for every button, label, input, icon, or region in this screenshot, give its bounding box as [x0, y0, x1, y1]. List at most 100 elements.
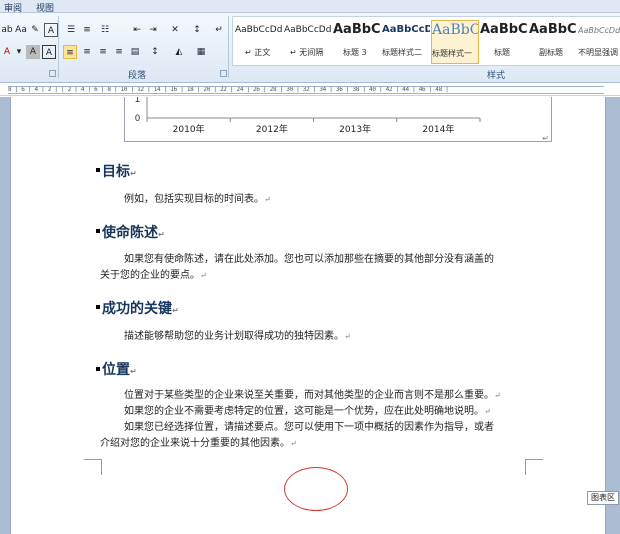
chart-x-tick-label: 2013年 [339, 123, 371, 135]
document-canvas: 1 0 2010年 2012年 2013年 2014年 ↵ 目标↵ 例如，包括实现目标的时间… [0, 97, 620, 534]
style-no-spacing[interactable]: AaBbCcDd ↵ 无间隔 [284, 20, 332, 64]
line-text: 描述能够帮助您的业务计划取得成功的独特因素。 [124, 331, 344, 342]
ribbon-tab-bar: 审阅 视图 [0, 0, 620, 14]
chart-frame[interactable]: 1 0 2010年 2012年 2013年 2014年 ↵ [124, 97, 552, 142]
group-separator [228, 16, 229, 78]
font-dialog-launcher[interactable] [49, 70, 56, 77]
section-heading-mission: 使命陈述↵ [102, 222, 165, 242]
strikethrough-icon[interactable]: ab [0, 23, 14, 37]
style-name: 标题样式二 [382, 48, 422, 57]
heading-text: 位置 [102, 362, 130, 378]
paragraph-line: 描述能够帮助您的业务计划取得成功的独特因素。↵ [124, 330, 351, 344]
change-case-icon[interactable]: Aa [14, 23, 28, 37]
crop-mark [525, 459, 543, 460]
justify-button[interactable]: ≡ [112, 45, 126, 59]
style-heading-style-1[interactable]: AaBbC 标题样式一 [431, 20, 479, 64]
paragraph-dialog-launcher[interactable] [220, 70, 227, 77]
style-subtle-emphasis[interactable]: AaBbCcDd 不明显强调 [578, 20, 620, 64]
paragraph-line: 关于您的企业的要点。↵ [100, 269, 207, 283]
paragraph-shading-icon[interactable]: ◭ [172, 45, 186, 59]
style-name: 标题 [494, 48, 510, 57]
style-sample: AaBbC [529, 22, 577, 37]
style-sample: AaBbCcD [382, 24, 430, 35]
style-normal[interactable]: AaBbCcDd ↵ 正文 [235, 20, 283, 64]
char-border-icon[interactable]: A [44, 23, 58, 37]
style-sample: AaBbC [480, 22, 528, 37]
paragraph-mark: ↵ [344, 332, 351, 341]
multilevel-list-icon[interactable]: ☷ [98, 23, 112, 37]
line-text: 例如，包括实现目标的时间表。 [124, 194, 264, 205]
style-title[interactable]: AaBbC 标题 [480, 20, 528, 64]
style-sample: AaBbCcDd [235, 25, 283, 35]
paragraph-mark: ↵ [172, 306, 179, 315]
style-heading-3[interactable]: AaBbC 标题 3 [333, 20, 381, 64]
paragraph-mark: ↵ [158, 230, 165, 239]
paragraph-line: 如果您的企业不需要考虑特定的位置，这可能是一个优势，应在此处明确地说明。↵ [124, 405, 491, 419]
align-center-button[interactable]: ≡ [80, 45, 94, 59]
dropdown-arrow-icon[interactable]: ▾ [12, 45, 26, 59]
heading-text: 目标 [102, 164, 130, 180]
increase-indent-icon[interactable]: ⇥ [146, 23, 160, 37]
crop-mark [525, 459, 543, 475]
style-name: 标题样式一 [432, 49, 472, 58]
align-left-button[interactable]: ≡ [63, 45, 77, 59]
style-sample: AaBbCcDd [284, 25, 332, 35]
style-sample: AaBbCcDd [578, 26, 620, 35]
ribbon: ab Aa ✎ A A ▾ A A ☰ ≡ ☷ ⇤ ⇥ ✕ ↕ ↵ ≡ ≡ ≡ … [0, 13, 620, 83]
style-name: ↵ 无间隔 [290, 48, 324, 57]
ruler-scale: 8 | 6 | 4 | 2 | | 2 | 4 | 6 | 8 | 10 | 1… [8, 86, 604, 94]
paragraph-mark: ↵ [484, 407, 491, 416]
section-heading-success-keys: 成功的关键↵ [102, 298, 179, 318]
paragraph-line: 如果您有使命陈述，请在此处添加。您也可以添加那些在摘要的其他部分没有涵盖的 [124, 254, 494, 265]
paragraph-line: 例如，包括实现目标的时间表。↵ [124, 193, 271, 207]
heading-bullet [96, 168, 100, 172]
decrease-indent-icon[interactable]: ⇤ [130, 23, 144, 37]
paragraph-mark: ↵ [264, 195, 271, 204]
enclose-char-button[interactable]: A [42, 45, 56, 59]
char-shading-button[interactable]: A [26, 45, 40, 59]
style-name: 不明显强调 [578, 48, 618, 57]
style-sample: AaBbC [333, 22, 381, 37]
styles-gallery: AaBbCcDd ↵ 正文 AaBbCcDd ↵ 无间隔 AaBbC 标题 3 … [232, 16, 620, 66]
style-subtitle[interactable]: AaBbC 副标题 [529, 20, 577, 64]
styles-group-label: 样式 [487, 71, 506, 81]
heading-text: 使命陈述 [102, 225, 158, 241]
style-name: 标题 3 [343, 48, 367, 57]
chart-x-tick-label: 2014年 [422, 123, 454, 135]
style-heading-style-2[interactable]: AaBbCcD 标题样式二 [382, 20, 430, 64]
align-right-button[interactable]: ≡ [96, 45, 110, 59]
line-text: 位置对于某些类型的企业来说至关重要，而对其他类型的企业而言则不是那么重要。 [124, 390, 494, 401]
heading-bullet [96, 229, 100, 233]
sort-icon[interactable]: ↕ [190, 23, 204, 37]
red-annotation-ellipse [284, 467, 348, 511]
paragraph-mark: ↵ [130, 367, 137, 376]
style-sample: AaBbC [432, 22, 479, 38]
paragraph-line: 介绍对您的企业来说十分重要的其他因素。↵ [100, 437, 297, 451]
paragraph-line: 如果您已经选择位置，请描述要点。您可以使用下一项中概括的因素作为指导，或者 [124, 422, 494, 433]
bullets-icon[interactable]: ☰ [64, 23, 78, 37]
distributed-button[interactable]: ▤ [128, 45, 142, 59]
document-page[interactable]: 1 0 2010年 2012年 2013年 2014年 ↵ 目标↵ 例如，包括实现目标的时间… [10, 97, 606, 534]
chart-area-tag: 图表区 [587, 491, 619, 505]
paragraph-mark: ↵ [200, 271, 207, 280]
chinese-layout-icon[interactable]: ✕ [168, 23, 182, 37]
numbering-icon[interactable]: ≡ [80, 23, 94, 37]
heading-bullet [96, 367, 100, 371]
paragraph-mark: ↵ [542, 134, 549, 142]
show-marks-icon[interactable]: ↵ [212, 23, 226, 37]
crop-mark [84, 459, 102, 460]
horizontal-ruler[interactable]: 8 | 6 | 4 | 2 | | 2 | 4 | 6 | 8 | 10 | 1… [0, 84, 620, 96]
borders-icon[interactable]: ▦ [194, 45, 208, 59]
line-spacing-icon[interactable]: ↕ [148, 45, 162, 59]
section-heading-location: 位置↵ [102, 359, 137, 379]
line-text: 介绍对您的企业来说十分重要的其他因素。 [100, 438, 290, 449]
style-name: 副标题 [539, 48, 563, 57]
clear-format-icon[interactable]: ✎ [28, 23, 42, 37]
paragraph-mark: ↵ [130, 169, 137, 178]
chart-x-tick-label: 2010年 [173, 123, 205, 135]
group-separator [58, 16, 59, 78]
paragraph-mark: ↵ [494, 391, 501, 400]
paragraph-line: 位置对于某些类型的企业来说至关重要，而对其他类型的企业而言则不是那么重要。↵ [124, 389, 501, 403]
style-name: ↵ 正文 [245, 48, 271, 57]
chart-y-tick-label: 0 [135, 113, 140, 123]
